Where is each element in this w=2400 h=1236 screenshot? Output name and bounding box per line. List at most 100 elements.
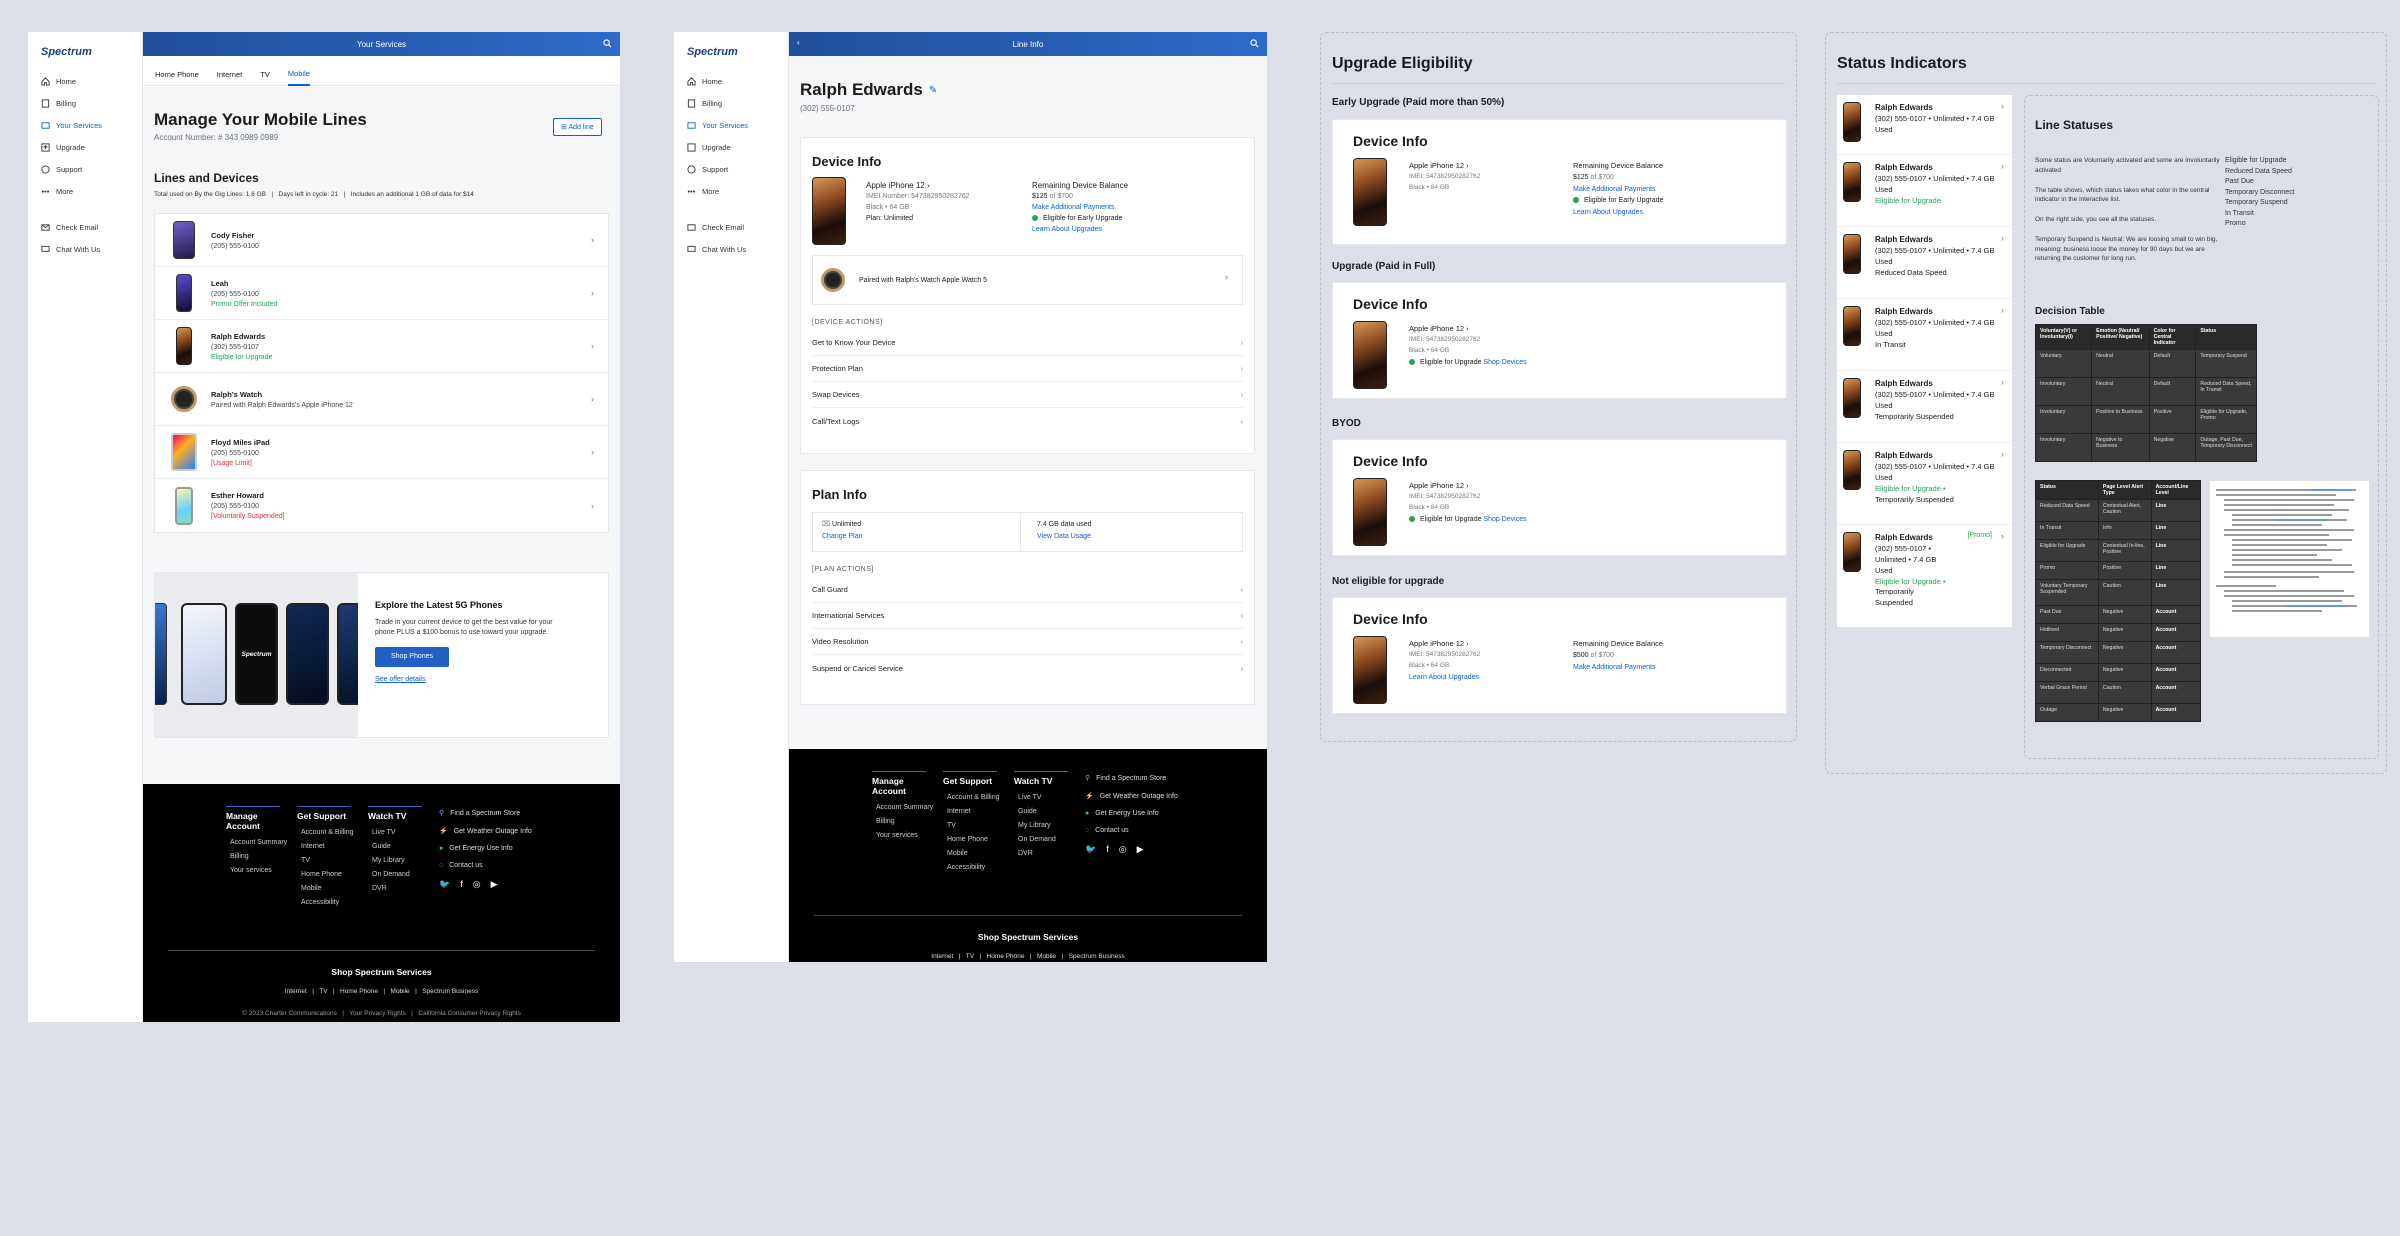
footer-link[interactable]: Account Summary xyxy=(872,804,933,811)
search-icon[interactable] xyxy=(1250,39,1259,50)
nav-check-email[interactable]: Check Email xyxy=(685,216,777,238)
action-swap-devices[interactable]: Swap Devices › xyxy=(812,382,1243,408)
find-store-link[interactable]: ⚲ Find a Spectrum Store xyxy=(1085,774,1178,783)
footer-link[interactable]: My Library xyxy=(1014,822,1068,829)
twitter-icon[interactable]: 🐦 xyxy=(1085,844,1096,855)
footer-link[interactable]: Internet xyxy=(943,808,1000,815)
nav-check-email[interactable]: Check Email xyxy=(39,216,131,238)
footer-link[interactable]: On Demand xyxy=(1014,836,1068,843)
contact-link[interactable]: ◌ Contact us xyxy=(439,862,532,869)
nav-upgrade[interactable]: Upgrade xyxy=(39,136,131,158)
youtube-icon[interactable]: ▶ xyxy=(1137,844,1144,855)
make-payments-link[interactable]: Make Additional Payments xyxy=(1032,203,1128,214)
nav-billing[interactable]: Billing xyxy=(39,92,131,114)
nav-support[interactable]: Support xyxy=(685,158,777,180)
footer-link[interactable]: Mobile xyxy=(943,850,1000,857)
nav-chat[interactable]: Chat With Us xyxy=(685,238,777,260)
weather-outage-link[interactable]: ⚡ Get Weather Outage Info xyxy=(439,827,532,836)
footer-link[interactable]: Guide xyxy=(1014,808,1068,815)
nav-home[interactable]: Home xyxy=(685,70,777,92)
add-line-button[interactable]: ⊞ Add line xyxy=(553,118,602,136)
list-item[interactable]: Ralph Edwards (302) 555-0107 • Unlimited … xyxy=(1837,525,2012,627)
nav-billing[interactable]: Billing xyxy=(685,92,777,114)
paired-watch-row[interactable]: Paired with Ralph's Watch Apple Watch 5 › xyxy=(812,255,1243,305)
list-item[interactable]: Esther Howard (205) 555-0100 [Voluntarily … xyxy=(155,479,608,532)
list-item[interactable]: Ralph Edwards (302) 555-0107 • Unlimited … xyxy=(1837,95,2012,155)
list-item[interactable]: Ralph's Watch Paired with Ralph Edwards's… xyxy=(155,373,608,426)
footer-link[interactable]: Billing xyxy=(226,853,287,860)
device-model-link[interactable]: Apple iPhone 12 › xyxy=(1409,638,1480,650)
shop-links[interactable]: Internet | TV | Home Phone | Mobile | Sp… xyxy=(143,988,620,995)
shop-devices-link[interactable]: Shop Devices xyxy=(1483,359,1526,366)
twitter-icon[interactable]: 🐦 xyxy=(439,879,450,890)
list-item[interactable]: Ralph Edwards (302) 555-0107 Eligible for … xyxy=(155,320,608,373)
learn-upgrades-link[interactable]: Learn About Upgrades xyxy=(1573,207,1663,219)
nav-support[interactable]: Support xyxy=(39,158,131,180)
back-arrow-icon[interactable]: ‹ xyxy=(797,38,800,47)
action-call-text-logs[interactable]: Call/Text Logs › xyxy=(812,408,1243,434)
search-icon[interactable] xyxy=(603,39,612,50)
action-video-resolution[interactable]: Video Resolution › xyxy=(812,629,1243,655)
footer-link[interactable]: Account Summary xyxy=(226,839,287,846)
list-item[interactable]: Ralph Edwards (302) 555-0107 • Unlimited … xyxy=(1837,155,2012,227)
footer-link[interactable]: My Library xyxy=(368,857,422,864)
footer-link[interactable]: Mobile xyxy=(297,885,354,892)
list-item[interactable]: Ralph Edwards (302) 555-0107 • Unlimited … xyxy=(1837,371,2012,443)
device-model-link[interactable]: Apple iPhone 12 › xyxy=(866,180,970,192)
footer-link[interactable]: DVR xyxy=(368,885,422,892)
nav-more[interactable]: ••• More xyxy=(39,180,131,202)
edit-pencil-icon[interactable]: ✎ xyxy=(929,85,937,96)
action-protection-plan[interactable]: Protection Plan › xyxy=(812,356,1243,382)
footer-link[interactable]: Live TV xyxy=(368,829,422,836)
shop-phones-button[interactable]: Shop Phones xyxy=(375,646,450,667)
tab-mobile[interactable]: Mobile xyxy=(287,64,310,86)
tab-tv[interactable]: TV xyxy=(260,64,270,86)
footer-link[interactable]: TV xyxy=(943,822,1000,829)
footer-link[interactable]: Billing xyxy=(872,818,933,825)
weather-outage-link[interactable]: ⚡ Get Weather Outage Info xyxy=(1085,792,1178,801)
nav-home[interactable]: Home xyxy=(39,70,131,92)
facebook-icon[interactable]: f xyxy=(460,879,463,890)
change-plan-link[interactable]: Change Plan xyxy=(822,531,1011,543)
footer-link[interactable]: DVR xyxy=(1014,850,1068,857)
shop-links[interactable]: Internet | TV | Home Phone | Mobile | Sp… xyxy=(789,953,1267,960)
make-payments-link[interactable]: Make Additional Payments xyxy=(1573,184,1663,196)
footer-link[interactable]: Accessibility xyxy=(297,899,354,906)
energy-use-link[interactable]: ● Get Energy Use Info xyxy=(439,845,532,852)
nav-your-services[interactable]: Your Services xyxy=(685,114,777,136)
instagram-icon[interactable]: ◎ xyxy=(473,879,481,890)
list-item[interactable]: Ralph Edwards (302) 555-0107 • Unlimited … xyxy=(1837,299,2012,371)
tab-internet[interactable]: Internet xyxy=(217,64,242,86)
list-item[interactable]: Floyd Miles iPad (205) 555-0100 [Usage Lim… xyxy=(155,426,608,479)
instagram-icon[interactable]: ◎ xyxy=(1119,844,1127,855)
footer-link[interactable]: TV xyxy=(297,857,354,864)
youtube-icon[interactable]: ▶ xyxy=(491,879,498,890)
list-item[interactable]: Cody Fisher (205) 555-0100 › xyxy=(155,214,608,267)
nav-upgrade[interactable]: Upgrade xyxy=(685,136,777,158)
view-data-usage-link[interactable]: View Data Usage xyxy=(1037,531,1226,543)
footer-link[interactable]: Home Phone xyxy=(943,836,1000,843)
action-suspend-cancel[interactable]: Suspend or Cancel Service › xyxy=(812,655,1243,681)
action-know-device[interactable]: Get to Know Your Device › xyxy=(812,330,1243,356)
device-model-link[interactable]: Apple iPhone 12 › xyxy=(1409,480,1527,492)
device-model-link[interactable]: Apple iPhone 12 › xyxy=(1409,160,1480,172)
learn-upgrades-link[interactable]: Learn About Upgrades xyxy=(1409,672,1480,684)
footer-link[interactable]: Internet xyxy=(297,843,354,850)
energy-use-link[interactable]: ● Get Energy Use Info xyxy=(1085,810,1178,817)
footer-link[interactable]: Your services xyxy=(226,867,287,874)
make-payments-link[interactable]: Make Additional Payments xyxy=(1573,662,1663,674)
find-store-link[interactable]: ⚲ Find a Spectrum Store xyxy=(439,809,532,818)
footer-link[interactable]: On Demand xyxy=(368,871,422,878)
tab-home-phone[interactable]: Home Phone xyxy=(155,64,199,86)
nav-your-services[interactable]: Your Services xyxy=(39,114,131,136)
nav-chat[interactable]: Chat With Us xyxy=(39,238,131,260)
footer-link[interactable]: Accessibility xyxy=(943,864,1000,871)
contact-link[interactable]: ◌ Contact us xyxy=(1085,827,1178,834)
action-call-guard[interactable]: Call Guard › xyxy=(812,577,1243,603)
nav-more[interactable]: ••• More xyxy=(685,180,777,202)
footer-link[interactable]: Home Phone xyxy=(297,871,354,878)
shop-devices-link[interactable]: Shop Devices xyxy=(1483,516,1526,523)
footer-link[interactable]: Guide xyxy=(368,843,422,850)
list-item[interactable]: Ralph Edwards (302) 555-0107 • Unlimited … xyxy=(1837,227,2012,299)
footer-link[interactable]: Live TV xyxy=(1014,794,1068,801)
